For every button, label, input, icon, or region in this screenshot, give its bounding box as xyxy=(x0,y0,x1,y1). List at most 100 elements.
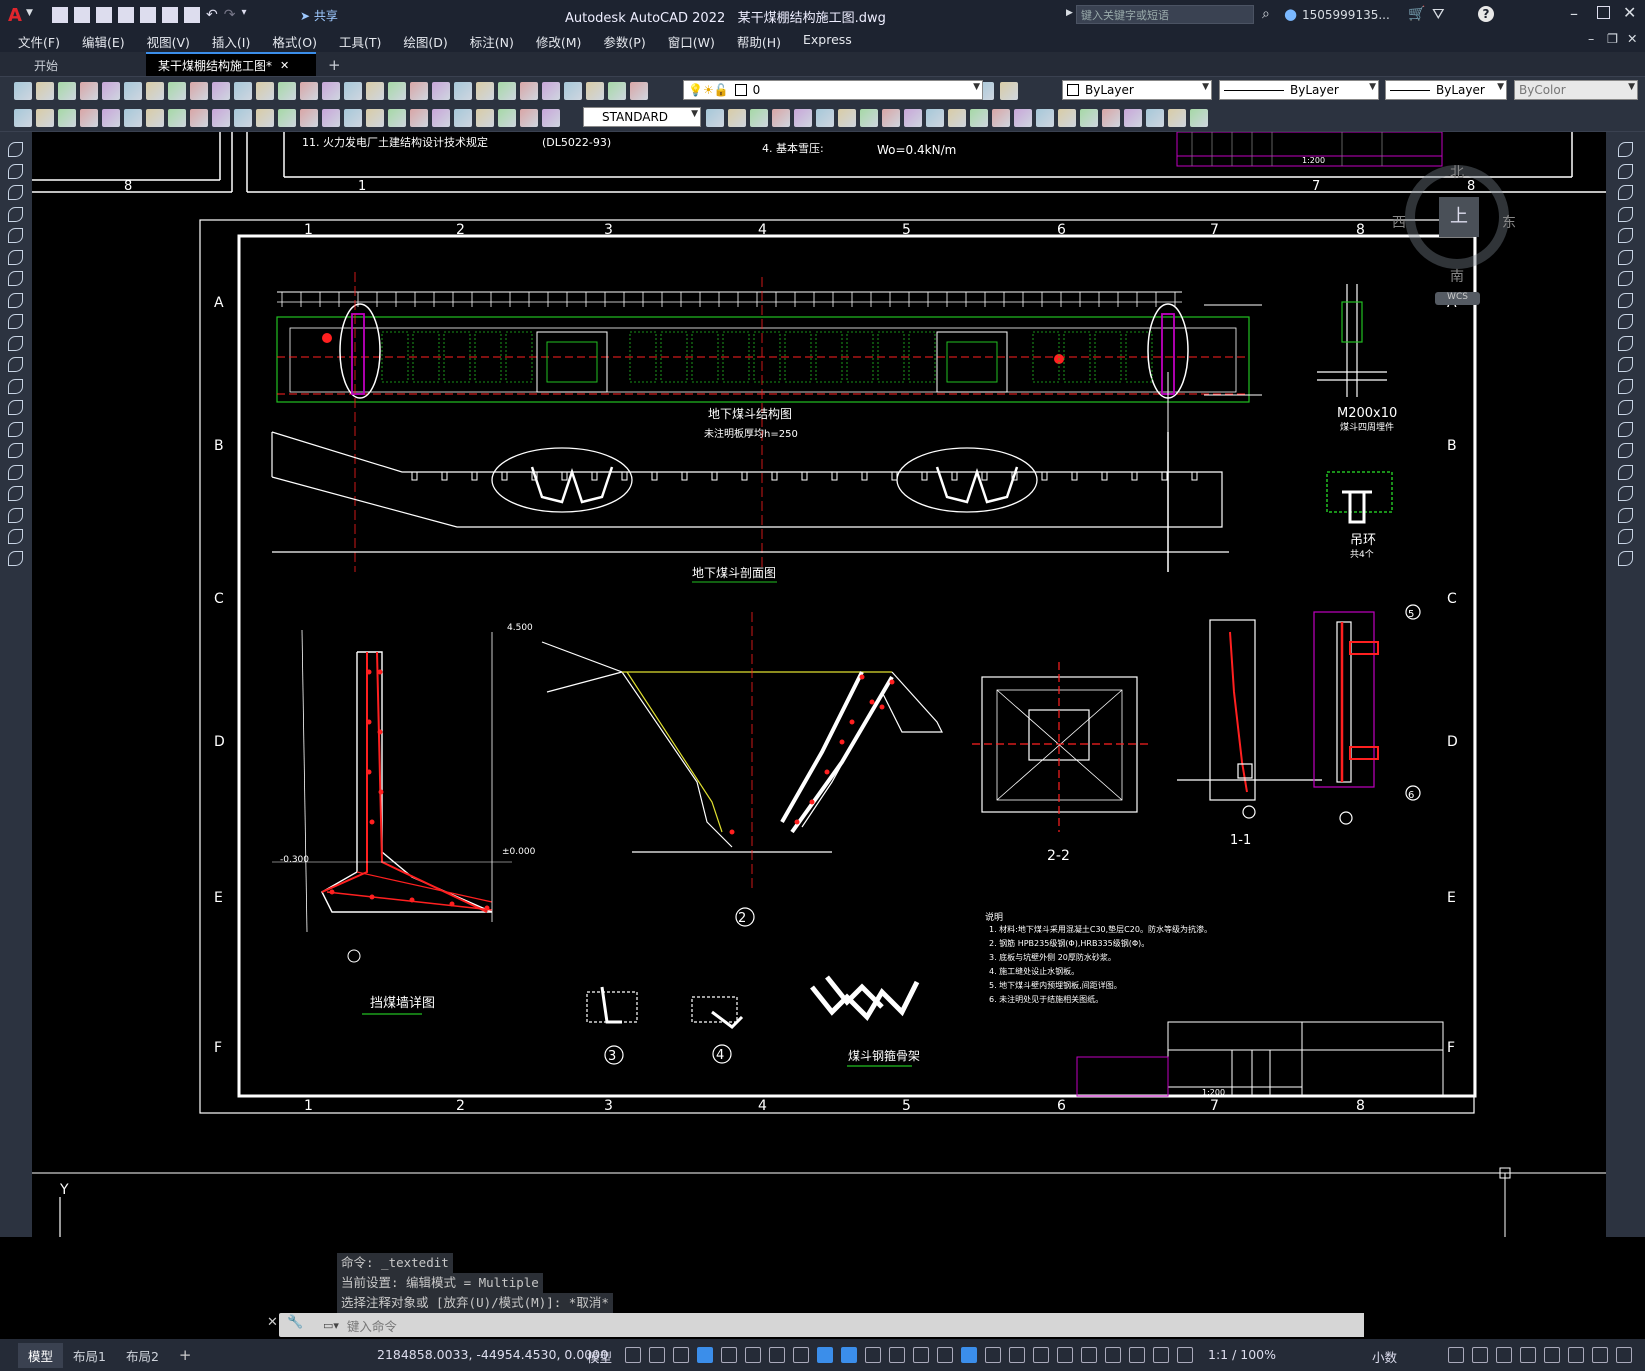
doc-restore-icon[interactable]: ❐ xyxy=(1607,31,1618,46)
draw-tool-icon[interactable] xyxy=(8,249,23,265)
modify-tool-icon[interactable] xyxy=(1080,109,1098,127)
linetype-dropdown[interactable]: ByLayer ▼ xyxy=(1219,80,1379,100)
modify-tool-icon[interactable] xyxy=(1102,109,1120,127)
modify-tool-icon[interactable] xyxy=(234,109,252,127)
modify-tool-icon[interactable] xyxy=(322,109,340,127)
web-open-icon[interactable] xyxy=(140,7,156,23)
user-icon[interactable]: ● xyxy=(1284,5,1297,23)
standard-tool-icon[interactable] xyxy=(366,82,384,100)
modify-tool-icon[interactable] xyxy=(80,109,98,127)
modify-tool-icon[interactable] xyxy=(1058,109,1076,127)
status-toggle-icon[interactable] xyxy=(721,1347,737,1363)
modify-tool-icon[interactable] xyxy=(1618,464,1633,480)
modify-tool-icon[interactable] xyxy=(948,109,966,127)
standard-tool-icon[interactable] xyxy=(344,82,362,100)
draw-tool-icon[interactable] xyxy=(8,378,23,394)
standard-tool-icon[interactable] xyxy=(14,82,32,100)
command-input[interactable]: 键入命令 xyxy=(347,1316,397,1335)
layout-tab[interactable]: 模型 xyxy=(18,1342,64,1368)
menu-item[interactable]: 工具(T) xyxy=(339,32,381,51)
draw-tool-icon[interactable] xyxy=(8,271,23,286)
status-toggle-icon[interactable] xyxy=(1592,1347,1608,1363)
standard-tool-icon[interactable] xyxy=(190,82,208,100)
modify-tool-icon[interactable] xyxy=(168,109,186,127)
model-space-button[interactable]: 模型 xyxy=(587,1347,612,1366)
status-toggle-icon[interactable] xyxy=(1472,1347,1488,1363)
status-toggle-icon[interactable] xyxy=(1616,1347,1632,1363)
add-layout-button[interactable]: + xyxy=(179,1346,192,1364)
modify-tool-icon[interactable] xyxy=(388,109,406,127)
modify-tool-icon[interactable] xyxy=(256,109,274,127)
modify-tool-icon[interactable] xyxy=(1618,400,1633,415)
tab-close-icon[interactable]: ✕ xyxy=(280,59,289,72)
status-toggle-icon[interactable] xyxy=(1448,1347,1464,1363)
modify-tool-icon[interactable] xyxy=(1168,109,1186,127)
modify-tool-icon[interactable] xyxy=(212,109,230,127)
modify-tool-icon[interactable] xyxy=(1618,421,1633,437)
draw-tool-icon[interactable] xyxy=(8,400,23,415)
cmd-close-icon[interactable]: ✕ xyxy=(267,1315,278,1330)
status-toggle-icon[interactable] xyxy=(649,1347,665,1363)
draw-tool-icon[interactable] xyxy=(8,163,23,179)
modify-tool-icon[interactable] xyxy=(706,109,724,127)
viewcube-east[interactable]: 东 xyxy=(1502,212,1516,232)
status-toggle-icon[interactable] xyxy=(1520,1347,1536,1363)
status-toggle-icon[interactable] xyxy=(769,1347,785,1363)
tab-start[interactable]: 开始 xyxy=(22,54,146,76)
draw-tool-icon[interactable] xyxy=(8,486,23,501)
standard-tool-icon[interactable] xyxy=(542,82,560,100)
standard-tool-icon[interactable] xyxy=(608,82,626,100)
draw-tool-icon[interactable] xyxy=(8,335,23,351)
draw-tool-icon[interactable] xyxy=(8,443,23,458)
status-toggle-icon[interactable] xyxy=(1153,1347,1169,1363)
modify-tool-icon[interactable] xyxy=(1618,163,1633,179)
search-input[interactable]: 键入关键字或短语 xyxy=(1076,5,1254,24)
modify-tool-icon[interactable] xyxy=(344,109,362,127)
modify-tool-icon[interactable] xyxy=(838,109,856,127)
modify-tool-icon[interactable] xyxy=(432,109,450,127)
standard-tool-icon[interactable] xyxy=(124,82,142,100)
user-name[interactable]: 1505999135... xyxy=(1302,8,1390,22)
status-toggle-icon[interactable] xyxy=(1033,1347,1049,1363)
status-toggle-icon[interactable] xyxy=(1568,1347,1584,1363)
layer-dropdown[interactable]: 💡☀🔓 0 ▼ xyxy=(683,80,983,100)
viewcube-west[interactable]: 西 xyxy=(1392,212,1406,232)
modify-tool-icon[interactable] xyxy=(1618,550,1633,566)
modify-tool-icon[interactable] xyxy=(1190,109,1208,127)
new-icon[interactable] xyxy=(52,7,68,23)
status-toggle-icon[interactable] xyxy=(913,1347,929,1363)
layout-tab[interactable]: 布局2 xyxy=(116,1343,169,1368)
standard-tool-icon[interactable] xyxy=(234,82,252,100)
modify-tool-icon[interactable] xyxy=(124,109,142,127)
customize-arrow-icon[interactable]: ▾ xyxy=(241,7,246,23)
draw-tool-icon[interactable] xyxy=(8,529,23,544)
status-toggle-icon[interactable] xyxy=(1009,1347,1025,1363)
status-toggle-icon[interactable] xyxy=(961,1347,977,1363)
menu-item[interactable]: 绘图(D) xyxy=(403,32,447,51)
autodesk-app-icon[interactable]: ⛛ xyxy=(1432,5,1445,23)
modify-tool-icon[interactable] xyxy=(498,109,516,127)
plotstyle-dropdown[interactable]: ByColor ▼ xyxy=(1514,80,1638,100)
tab-drawing[interactable]: 某干煤棚结构施工图* ✕ xyxy=(146,52,316,76)
status-toggle-icon[interactable] xyxy=(1105,1347,1121,1363)
modify-tool-icon[interactable] xyxy=(794,109,812,127)
status-toggle-icon[interactable] xyxy=(697,1347,713,1363)
modify-tool-icon[interactable] xyxy=(1618,314,1633,329)
menu-item[interactable]: 文件(F) xyxy=(18,32,60,51)
saveas-icon[interactable] xyxy=(118,7,134,23)
standard-tool-icon[interactable] xyxy=(586,82,604,100)
modify-tool-icon[interactable] xyxy=(102,109,120,127)
standard-tool-icon[interactable] xyxy=(432,82,450,100)
modify-tool-icon[interactable] xyxy=(1124,109,1142,127)
viewcube-south[interactable]: 南 xyxy=(1450,266,1464,286)
status-toggle-icon[interactable] xyxy=(937,1347,953,1363)
draw-tool-icon[interactable] xyxy=(8,357,23,372)
modify-tool-icon[interactable] xyxy=(1618,142,1633,157)
status-toggle-icon[interactable] xyxy=(841,1347,857,1363)
draw-tool-icon[interactable] xyxy=(8,292,23,308)
save-icon[interactable] xyxy=(96,7,112,23)
modify-tool-icon[interactable] xyxy=(58,109,76,127)
standard-tool-icon[interactable] xyxy=(168,82,186,100)
layout-tab[interactable]: 布局1 xyxy=(63,1343,116,1368)
redo-icon[interactable]: ↷ xyxy=(224,7,236,23)
